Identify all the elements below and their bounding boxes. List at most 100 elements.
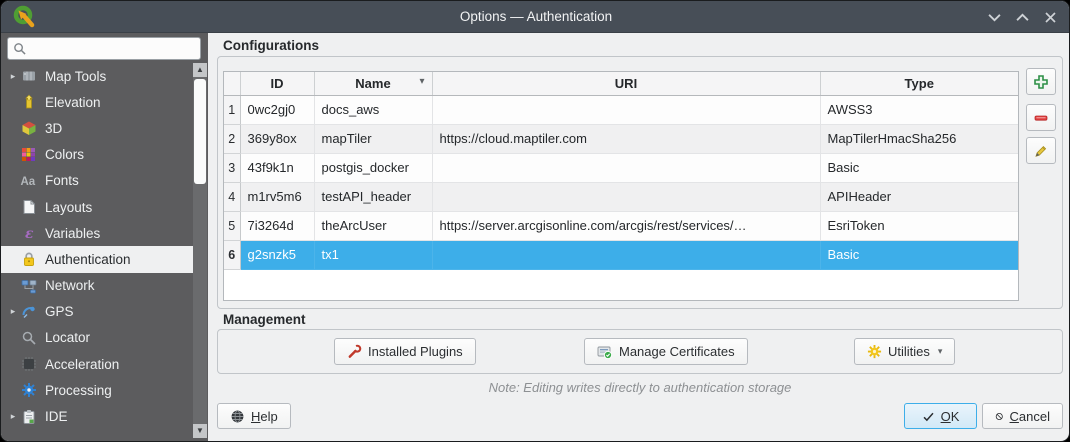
table-row[interactable]: 1 0wc2gj0 docs_aws AWSS3	[224, 95, 1018, 125]
locator-icon	[20, 329, 37, 346]
manage-certificates-label: Manage Certificates	[619, 344, 735, 359]
cell-uri[interactable]	[432, 240, 821, 270]
sidebar-item-label: IDE	[45, 409, 68, 425]
sidebar-item-network[interactable]: Network	[1, 273, 193, 299]
utilities-button[interactable]: Utilities ▾	[854, 338, 956, 365]
configurations-group-title: Configurations	[223, 38, 319, 53]
svg-text:Aa: Aa	[21, 176, 36, 188]
cell-type[interactable]: Basic	[820, 153, 1018, 183]
cell-name[interactable]: theArcUser	[314, 211, 433, 241]
cell-type[interactable]: Basic	[820, 240, 1018, 270]
sidebar-item-gps[interactable]: ▸ GPS	[1, 299, 193, 325]
help-label: H	[251, 408, 261, 424]
cancel-button[interactable]: Cancel	[982, 403, 1063, 429]
cell-id[interactable]: g2snzk5	[240, 240, 315, 270]
sidebar-scrollbar[interactable]: ▲ ▼	[193, 63, 207, 438]
sidebar-search[interactable]	[7, 37, 201, 60]
cell-uri[interactable]	[432, 182, 821, 212]
cancel-label: C	[1009, 408, 1019, 424]
cell-id[interactable]: 0wc2gj0	[240, 95, 315, 125]
column-header-name[interactable]: Name ▾	[314, 72, 433, 96]
cell-type[interactable]: EsriToken	[820, 211, 1018, 241]
cell-name[interactable]: tx1	[314, 240, 433, 270]
remove-configuration-button[interactable]	[1026, 104, 1056, 131]
utilities-label: Utilities	[888, 344, 930, 359]
sidebar-item-elevation[interactable]: Elevation	[1, 89, 193, 115]
cell-uri[interactable]	[432, 153, 821, 183]
title-bar[interactable]: Options — Authentication	[1, 1, 1069, 33]
window-shade-icon[interactable]	[987, 10, 1001, 24]
corner-header	[224, 72, 241, 96]
help-button[interactable]: Help	[217, 403, 291, 429]
storage-note: Note: Editing writes directly to authent…	[488, 380, 792, 395]
ok-label: O	[940, 408, 951, 424]
installed-plugins-button[interactable]: Installed Plugins	[334, 338, 476, 365]
manage-certificates-button[interactable]: Manage Certificates	[584, 338, 748, 365]
cell-id[interactable]: 43f9k1n	[240, 153, 315, 183]
sidebar-item-label: 3D	[45, 120, 63, 136]
options-dialog: Options — Authentication ▸ Map Tools Ele…	[0, 0, 1070, 442]
sidebar-item-label: Colors	[45, 147, 85, 163]
sidebar-item-locator[interactable]: Locator	[1, 325, 193, 351]
sidebar-item-fonts[interactable]: Aa Fonts	[1, 168, 193, 194]
cell-name[interactable]: testAPI_header	[314, 182, 433, 212]
window-title: Options — Authentication	[459, 9, 613, 24]
sidebar-item-acceleration[interactable]: Acceleration	[1, 351, 193, 377]
add-configuration-button[interactable]	[1026, 68, 1056, 95]
sidebar-item-processing[interactable]: Processing	[1, 377, 193, 403]
wrench-icon	[348, 344, 362, 358]
table-row[interactable]: 2 369y8ox mapTiler https://cloud.maptile…	[224, 124, 1018, 154]
expand-arrow-icon[interactable]: ▸	[6, 411, 20, 422]
window-maximize-icon[interactable]	[1015, 10, 1029, 24]
column-header-uri[interactable]: URI	[432, 72, 821, 96]
cell-name[interactable]: mapTiler	[314, 124, 433, 154]
cell-uri[interactable]: https://cloud.maptiler.com	[432, 124, 821, 154]
row-number[interactable]: 4	[224, 182, 241, 212]
cell-uri[interactable]	[432, 95, 821, 125]
scrollbar-thumb[interactable]	[194, 79, 206, 184]
ok-button[interactable]: OK	[904, 403, 977, 429]
row-number[interactable]: 5	[224, 211, 241, 241]
cell-type[interactable]: MapTilerHmacSha256	[820, 124, 1018, 154]
cell-type[interactable]: AWSS3	[820, 95, 1018, 125]
ide-icon	[20, 408, 37, 425]
expand-arrow-icon[interactable]: ▸	[6, 71, 20, 82]
cell-uri[interactable]: https://server.arcgisonline.com/arcgis/r…	[432, 211, 821, 241]
sidebar-item-layouts[interactable]: Layouts	[1, 194, 193, 220]
cell-id[interactable]: m1rv5m6	[240, 182, 315, 212]
cell-type[interactable]: APIHeader	[820, 182, 1018, 212]
layouts-icon	[20, 199, 37, 216]
scroll-down-icon[interactable]: ▼	[193, 424, 207, 438]
table-row[interactable]: 5 7i3264d theArcUser https://server.arcg…	[224, 211, 1018, 241]
sidebar-item-colors[interactable]: Colors	[1, 142, 193, 168]
table-row[interactable]: 3 43f9k1n postgis_docker Basic	[224, 153, 1018, 183]
window-close-icon[interactable]	[1043, 10, 1057, 24]
installed-plugins-label: Installed Plugins	[368, 344, 463, 359]
sidebar-item-3d[interactable]: 3D	[1, 115, 193, 141]
column-header-type[interactable]: Type	[820, 72, 1018, 96]
table-row[interactable]: 4 m1rv5m6 testAPI_header APIHeader	[224, 182, 1018, 212]
sidebar-item-ide[interactable]: ▸ IDE	[1, 403, 193, 429]
search-input[interactable]	[30, 41, 195, 56]
3d-icon	[20, 120, 37, 137]
sidebar-item-label: Fonts	[45, 173, 79, 189]
scroll-up-icon[interactable]: ▲	[193, 63, 207, 77]
cell-id[interactable]: 369y8ox	[240, 124, 315, 154]
row-number[interactable]: 6	[224, 240, 241, 270]
cell-name[interactable]: postgis_docker	[314, 153, 433, 183]
configurations-table[interactable]: ID Name ▾ URI Type 1 0wc2gj0 docs_aws AWS…	[223, 71, 1019, 301]
colors-icon	[20, 146, 37, 163]
expand-arrow-icon[interactable]: ▸	[6, 306, 20, 317]
row-number[interactable]: 3	[224, 153, 241, 183]
sidebar-item-map-tools[interactable]: ▸ Map Tools	[1, 63, 193, 89]
edit-configuration-button[interactable]	[1026, 137, 1056, 164]
row-number[interactable]: 1	[224, 95, 241, 125]
plus-icon	[1034, 74, 1048, 89]
sidebar-item-authentication[interactable]: Authentication	[1, 246, 193, 273]
sidebar-item-variables[interactable]: ε Variables	[1, 220, 193, 246]
row-number[interactable]: 2	[224, 124, 241, 154]
cell-name[interactable]: docs_aws	[314, 95, 433, 125]
cell-id[interactable]: 7i3264d	[240, 211, 315, 241]
table-row-selected[interactable]: 6 g2snzk5 tx1 Basic	[224, 240, 1018, 270]
column-header-id[interactable]: ID	[240, 72, 315, 96]
